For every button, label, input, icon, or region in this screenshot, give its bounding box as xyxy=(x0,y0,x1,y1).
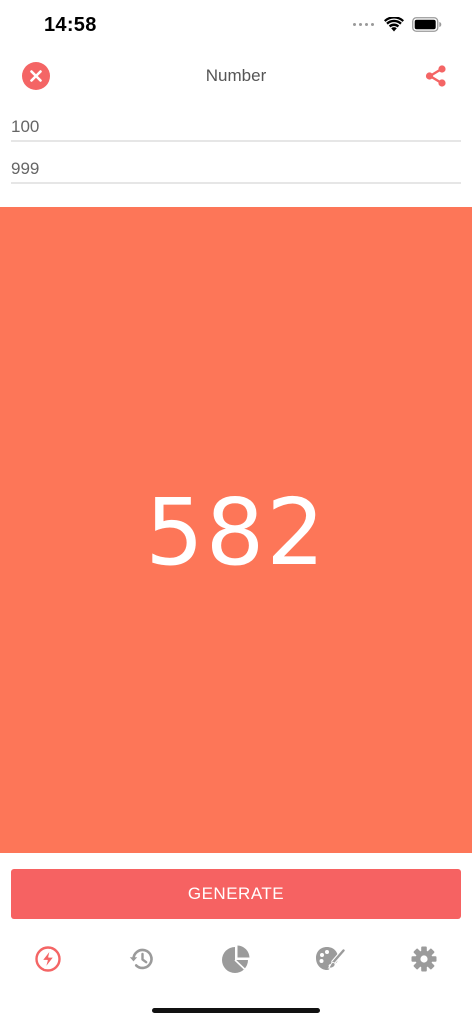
tab-stats[interactable] xyxy=(216,942,256,976)
home-indicator xyxy=(152,1008,320,1013)
tab-settings[interactable] xyxy=(404,942,444,976)
max-input[interactable] xyxy=(11,150,461,182)
status-time: 14:58 xyxy=(44,14,97,36)
result-panel: 582 xyxy=(0,207,472,853)
pie-chart-icon xyxy=(222,945,250,973)
gear-icon xyxy=(411,946,437,972)
share-icon xyxy=(425,65,446,87)
palette-icon xyxy=(316,947,345,970)
tab-generate[interactable] xyxy=(28,942,68,976)
history-icon xyxy=(129,948,153,970)
result-number: 582 xyxy=(145,478,327,586)
status-icons xyxy=(353,17,442,32)
share-button[interactable] xyxy=(422,62,450,90)
page-title: Number xyxy=(205,66,267,85)
battery-icon xyxy=(412,17,442,32)
status-bar: 14:58 xyxy=(0,0,472,52)
tab-history[interactable] xyxy=(122,942,162,976)
generate-button[interactable]: GENERATE xyxy=(11,869,461,919)
wifi-icon xyxy=(384,17,404,32)
cellular-signal-icon xyxy=(353,23,374,26)
min-input[interactable] xyxy=(11,108,461,140)
max-field xyxy=(11,150,461,184)
lightning-icon xyxy=(35,946,61,972)
header: Number xyxy=(0,52,472,102)
tab-themes[interactable] xyxy=(310,942,350,976)
tab-bar xyxy=(0,934,472,984)
min-field xyxy=(11,108,461,142)
